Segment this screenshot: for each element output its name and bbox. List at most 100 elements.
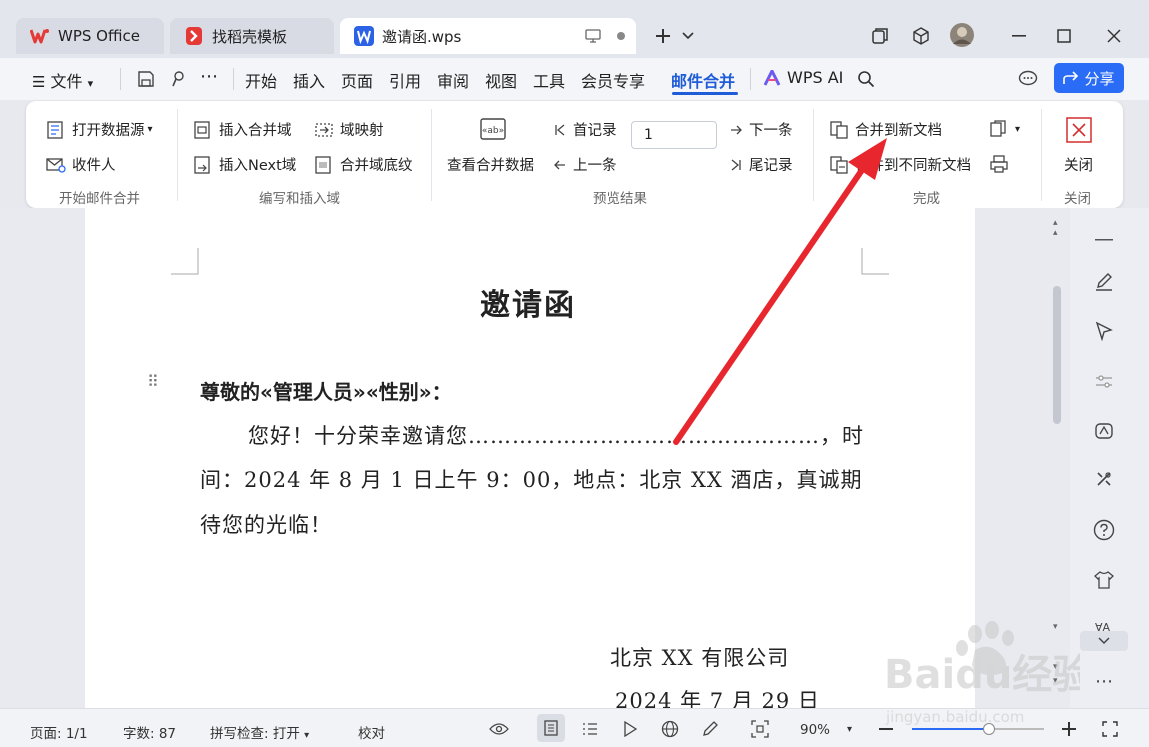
next-record-button[interactable]: 下一条 — [729, 119, 793, 140]
search-icon[interactable] — [853, 66, 879, 92]
tab-label: WPS Office — [58, 27, 140, 45]
format-painter-icon[interactable] — [165, 66, 191, 92]
chevron-down-icon: ▾ — [304, 730, 310, 741]
fit-page-icon[interactable] — [749, 718, 771, 740]
arrow-right-icon — [729, 120, 743, 140]
record-number-input[interactable]: 1 — [631, 121, 717, 149]
merge-to-different-docs-button[interactable]: 合并到不同新文档 — [829, 154, 971, 175]
adjust-sliders-icon[interactable] — [1091, 368, 1117, 394]
scroll-thumb[interactable] — [1053, 286, 1061, 424]
maximize-icon[interactable] — [1051, 23, 1077, 49]
sidebar-collapse-button[interactable] — [1080, 631, 1128, 651]
scroll-down-icon[interactable]: ▾ — [1053, 676, 1058, 686]
menu-mail-merge[interactable]: 邮件合并 — [671, 68, 735, 92]
close-window-icon[interactable] — [1101, 23, 1127, 49]
cursor-select-icon[interactable] — [1091, 318, 1117, 344]
field-mapping-button[interactable]: 域映射 — [314, 119, 384, 140]
zoom-slider-thumb[interactable] — [982, 723, 995, 735]
more-icon[interactable]: ⋯ — [1091, 668, 1117, 694]
pen-icon[interactable] — [1091, 268, 1117, 294]
field-shading-button[interactable]: 合并域底纹 — [314, 154, 413, 175]
web-view-icon[interactable] — [659, 718, 681, 740]
group-label-write-insert: 编写和插入域 — [259, 191, 340, 207]
edit-pen-icon[interactable] — [699, 718, 721, 740]
company-signature: 北京 XX 有限公司 — [610, 646, 790, 670]
scroll-down-icon[interactable]: ▾ — [1053, 662, 1058, 672]
scroll-down-icon[interactable]: ▾ — [1053, 622, 1058, 632]
close-merge-button[interactable]: 关闭 — [1064, 154, 1093, 175]
chat-icon[interactable] — [1015, 66, 1041, 92]
menu-tools[interactable]: 工具 — [533, 68, 565, 92]
chevron-down-icon[interactable]: ▾ — [847, 724, 852, 735]
avatar[interactable] — [949, 22, 975, 48]
play-icon[interactable] — [619, 718, 641, 740]
merge-new-doc-icon — [829, 120, 849, 140]
outline-view-icon[interactable] — [579, 718, 601, 740]
vertical-scrollbar[interactable]: ▴ ▴ ▾ ▾ ▾ — [1050, 214, 1064, 708]
menu-insert[interactable]: 插入 — [293, 68, 325, 92]
menu-view[interactable]: 视图 — [485, 68, 517, 92]
help-icon[interactable] — [1091, 517, 1117, 543]
window-tabs-icon[interactable] — [867, 23, 893, 49]
page-view-icon[interactable] — [537, 714, 565, 742]
data-source-icon — [46, 120, 66, 140]
cube-icon[interactable] — [908, 23, 934, 49]
menu-member[interactable]: 会员专享 — [581, 68, 645, 92]
proofread-button[interactable]: 校对 — [358, 722, 385, 742]
merge-to-new-doc-button[interactable]: 合并到新文档 — [829, 119, 942, 140]
open-data-source-button[interactable]: 打开数据源 ▾ — [46, 119, 153, 140]
menu-references[interactable]: 引用 — [389, 68, 421, 92]
spell-check-status[interactable]: 拼写检查: 打开 ▾ — [210, 722, 309, 742]
scroll-up-icon[interactable]: ▴ — [1053, 228, 1058, 238]
menu-review[interactable]: 审阅 — [437, 68, 469, 92]
page-count[interactable]: 页面: 1/1 — [30, 722, 88, 742]
zoom-level[interactable]: 90% — [800, 722, 830, 738]
last-record-button[interactable]: 尾记录 — [729, 154, 793, 175]
body-line-3: 待您的光临！ — [200, 513, 332, 537]
wps-ai-button[interactable]: WPS AI — [763, 68, 843, 87]
previous-record-button[interactable]: 上一条 — [553, 154, 617, 175]
word-count[interactable]: 字数: 87 — [123, 722, 176, 742]
first-record-button[interactable]: 首记录 — [553, 119, 617, 140]
insert-merge-field-button[interactable]: 插入合并域 — [193, 119, 292, 140]
chevron-down-icon[interactable] — [675, 23, 701, 49]
drag-handle-icon[interactable]: ⠿ — [147, 372, 159, 391]
view-merge-data-icon[interactable]: «ab» — [480, 117, 506, 141]
tab-wps-office[interactable]: WPS Office — [16, 18, 164, 54]
unsaved-dot-icon[interactable] — [608, 23, 634, 49]
menu-home[interactable]: 开始 — [245, 68, 277, 92]
ai-writing-icon[interactable] — [1091, 418, 1117, 444]
eye-icon[interactable] — [488, 718, 510, 740]
minimize-icon[interactable] — [1006, 23, 1032, 49]
field-shading-icon — [314, 155, 334, 175]
zoom-in-icon[interactable] — [1058, 718, 1080, 740]
merge-email-dropdown[interactable]: ▾ — [989, 119, 1020, 139]
collapse-icon[interactable] — [1091, 228, 1117, 254]
desktop-icon[interactable] — [580, 23, 606, 49]
close-merge-icon[interactable] — [1066, 117, 1092, 143]
shirt-theme-icon[interactable] — [1091, 567, 1117, 593]
docer-logo-icon — [184, 26, 204, 46]
new-tab-icon[interactable] — [650, 23, 676, 49]
save-icon[interactable] — [133, 66, 159, 92]
tab-docer-template[interactable]: 找稻壳模板 — [170, 18, 334, 54]
title-bar: WPS Office 找稻壳模板 邀请函.wps — [0, 0, 1149, 58]
view-merge-data-button[interactable]: 查看合并数据 — [447, 154, 534, 175]
merge-print-button[interactable] — [989, 154, 1015, 174]
more-icon[interactable]: ⋯ — [200, 66, 218, 87]
file-menu[interactable]: ☰ 文件 ▾ — [32, 68, 93, 92]
wps-ai-icon — [763, 69, 781, 86]
zoom-out-icon[interactable] — [875, 718, 897, 740]
tab-document[interactable]: 邀请函.wps — [340, 18, 636, 54]
insert-next-field-button[interactable]: 插入Next域 — [193, 154, 296, 175]
recipients-button[interactable]: 收件人 — [46, 154, 116, 175]
document-page[interactable]: 邀请函 ⠿ 尊敬的«管理人员»«性别»： 您好！十分荣幸邀请您………………………… — [85, 208, 975, 713]
tools-icon[interactable] — [1091, 466, 1117, 492]
share-button[interactable]: 分享 — [1054, 63, 1124, 93]
menu-page[interactable]: 页面 — [341, 68, 373, 92]
zoom-slider[interactable] — [912, 723, 1044, 735]
scroll-up-icon[interactable]: ▴ — [1053, 218, 1058, 228]
share-icon — [1063, 71, 1079, 85]
last-record-icon — [729, 155, 743, 175]
fullscreen-icon[interactable] — [1099, 718, 1121, 740]
